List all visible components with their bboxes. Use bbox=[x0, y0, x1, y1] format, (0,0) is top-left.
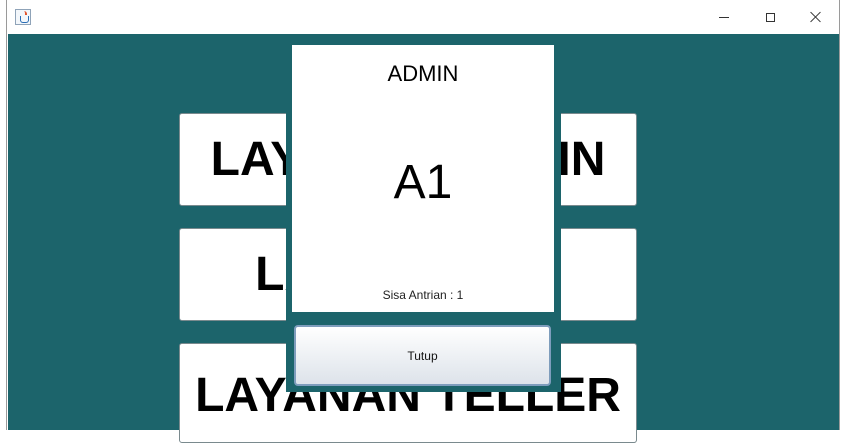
app-window: LAYANAN ADMIN LAYANAN CS LAYANAN TELLER … bbox=[6, 0, 840, 443]
main-content: LAYANAN ADMIN LAYANAN CS LAYANAN TELLER … bbox=[8, 34, 839, 443]
close-icon bbox=[810, 11, 822, 23]
close-dialog-button[interactable]: Tutup bbox=[294, 325, 551, 386]
dialog-title: ADMIN bbox=[387, 61, 459, 86]
maximize-button[interactable] bbox=[747, 0, 793, 34]
queue-number: A1 bbox=[393, 156, 453, 209]
queue-dialog: ADMIN A1 Sisa Antrian : 1 Tutup bbox=[286, 34, 561, 392]
queue-ticket-panel: ADMIN A1 Sisa Antrian : 1 bbox=[292, 45, 554, 312]
minimize-icon bbox=[719, 16, 729, 18]
maximize-icon bbox=[765, 12, 775, 22]
remaining-queue-text: Sisa Antrian : 1 bbox=[382, 288, 464, 302]
title-bar bbox=[7, 0, 839, 34]
java-icon bbox=[15, 9, 31, 25]
close-window-button[interactable] bbox=[793, 0, 839, 34]
minimize-button[interactable] bbox=[701, 0, 747, 34]
